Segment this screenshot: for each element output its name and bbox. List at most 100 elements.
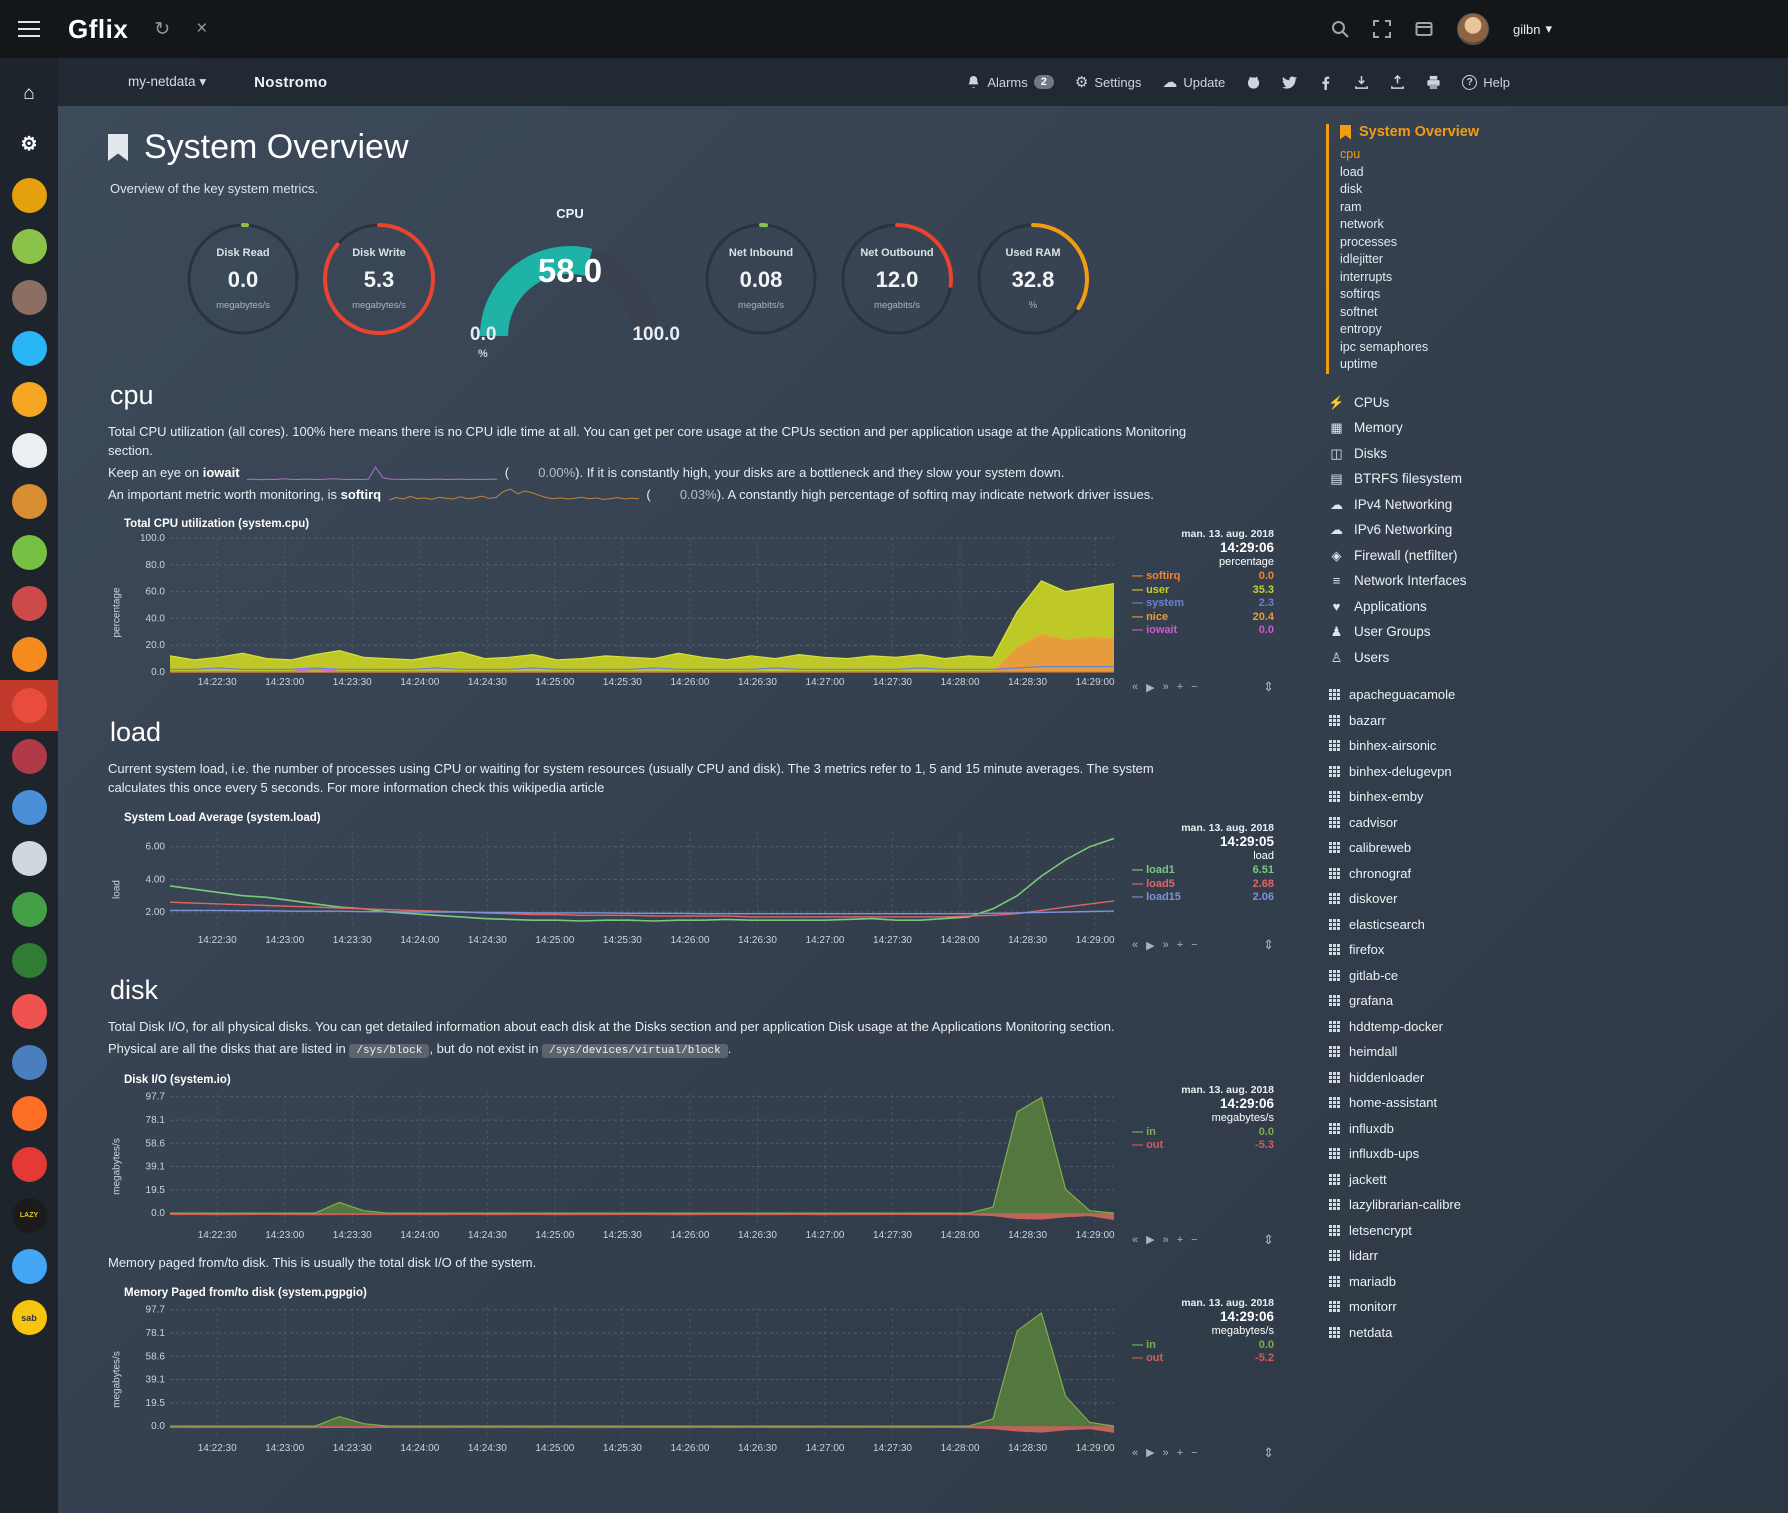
softirq-sparkline[interactable]	[389, 487, 639, 503]
toc-app-item[interactable]: bazarr	[1326, 708, 1570, 734]
user-menu[interactable]: gilbn ▾	[1513, 21, 1552, 37]
zoom-in-button[interactable]: +	[1177, 1447, 1183, 1459]
cpu-chart-canvas[interactable]: 100.080.060.040.020.00.014:22:3014:23:00…	[124, 532, 1124, 695]
sidebar-app-item[interactable]	[0, 170, 58, 221]
toc-subitem[interactable]: uptime	[1340, 356, 1570, 374]
search-icon[interactable]	[1331, 20, 1349, 38]
load-chart-canvas[interactable]: 6.004.002.0014:22:3014:23:0014:23:3014:2…	[124, 826, 1124, 953]
toc-section[interactable]: ♙ Users	[1328, 645, 1570, 671]
toc-app-item[interactable]: monitorr	[1326, 1294, 1570, 1320]
toc-section[interactable]: ♟ User Groups	[1328, 619, 1570, 645]
toc-app-item[interactable]: apacheguacamole	[1326, 682, 1570, 708]
zoom-in-button[interactable]: +	[1177, 939, 1183, 951]
sidebar-app-item[interactable]	[0, 476, 58, 527]
sidebar-app-item[interactable]	[0, 1139, 58, 1190]
resize-handle[interactable]: ⇕	[1263, 937, 1274, 953]
legend-row[interactable]: iowait 0.0	[1132, 624, 1274, 638]
sidebar-app-item[interactable]	[0, 1088, 58, 1139]
toc-app-item[interactable]: elasticsearch	[1326, 912, 1570, 938]
legend-row[interactable]: out -5.2	[1132, 1352, 1274, 1366]
legend-row[interactable]: in 0.0	[1132, 1126, 1274, 1140]
toc-section[interactable]: ♥ Applications	[1328, 594, 1570, 620]
legend-row[interactable]: nice 20.4	[1132, 611, 1274, 625]
toc-subitem[interactable]: idlejitter	[1340, 251, 1570, 269]
pan-left-button[interactable]: «	[1132, 1234, 1138, 1246]
sidebar-app-item[interactable]	[0, 782, 58, 833]
sidebar-app-item[interactable]	[0, 578, 58, 629]
memory-paged-chart-canvas[interactable]: 97.778.158.639.119.50.014:22:3014:23:001…	[124, 1301, 1124, 1461]
sidebar-app-item[interactable]	[0, 680, 58, 731]
gauge-net-inbound[interactable]: Net Inbound 0.08 megabits/s	[702, 220, 820, 352]
toc-subitem[interactable]: disk	[1340, 181, 1570, 199]
github-button[interactable]	[1246, 75, 1261, 90]
sidebar-app-item[interactable]	[0, 731, 58, 782]
sidebar-app-item[interactable]: sab	[0, 1292, 58, 1343]
toc-subitem[interactable]: ram	[1340, 199, 1570, 217]
fullscreen-icon[interactable]	[1373, 20, 1391, 38]
settings-button[interactable]: ⚙ Settings	[1075, 73, 1141, 91]
disk-chart-canvas[interactable]: 97.778.158.639.119.50.014:22:3014:23:001…	[124, 1088, 1124, 1248]
sidebar-app-item[interactable]	[0, 1037, 58, 1088]
toc-subitem[interactable]: network	[1340, 216, 1570, 234]
play-button[interactable]: ▶	[1146, 681, 1154, 694]
sidebar-app-item[interactable]	[0, 374, 58, 425]
sidebar-app-item[interactable]: ⚙	[0, 119, 58, 170]
sidebar-app-item[interactable]	[0, 527, 58, 578]
pan-right-button[interactable]: »	[1163, 939, 1169, 951]
toc-section[interactable]: ◈ Firewall (netfilter)	[1328, 543, 1570, 569]
zoom-out-button[interactable]: −	[1191, 939, 1197, 951]
gauge-disk-read[interactable]: Disk Read 0.0 megabytes/s	[184, 220, 302, 352]
pan-right-button[interactable]: »	[1163, 1447, 1169, 1459]
legend-row[interactable]: user 35.3	[1132, 584, 1274, 598]
resize-handle[interactable]: ⇕	[1263, 679, 1274, 695]
play-button[interactable]: ▶	[1146, 939, 1154, 952]
close-icon[interactable]: ×	[196, 18, 207, 40]
toc-section[interactable]: ⚡ CPUs	[1328, 390, 1570, 416]
toc-section[interactable]: ▤ BTRFS filesystem	[1328, 466, 1570, 492]
sidebar-app-item[interactable]	[0, 323, 58, 374]
toc-section[interactable]: ▦ Memory	[1328, 415, 1570, 441]
legend-row[interactable]: load15 2.06	[1132, 891, 1274, 905]
hamburger-menu-icon[interactable]	[18, 21, 40, 23]
toc-app-item[interactable]: binhex-delugevpn	[1326, 759, 1570, 785]
sidebar-app-item[interactable]: LAZY	[0, 1190, 58, 1241]
sidebar-app-item[interactable]	[0, 884, 58, 935]
legend-row[interactable]: load1 6.51	[1132, 864, 1274, 878]
toc-app-item[interactable]: netdata	[1326, 1320, 1570, 1346]
gauge-net-outbound[interactable]: Net Outbound 12.0 megabits/s	[838, 220, 956, 352]
toc-section[interactable]: ◫ Disks	[1328, 441, 1570, 467]
toc-app-item[interactable]: jackett	[1326, 1167, 1570, 1193]
sidebar-app-item[interactable]: ⌂	[0, 68, 58, 119]
toc-section[interactable]: ☁ IPv4 Networking	[1328, 492, 1570, 518]
pan-left-button[interactable]: «	[1132, 939, 1138, 951]
pan-right-button[interactable]: »	[1163, 1234, 1169, 1246]
gauge-used-ram[interactable]: Used RAM 32.8 %	[974, 220, 1092, 352]
zoom-out-button[interactable]: −	[1191, 681, 1197, 693]
toc-app-item[interactable]: mariadb	[1326, 1269, 1570, 1295]
legend-row[interactable]: out -5.3	[1132, 1139, 1274, 1153]
pan-right-button[interactable]: »	[1163, 681, 1169, 693]
toc-subitem[interactable]: ipc semaphores	[1340, 339, 1570, 357]
user-avatar[interactable]	[1457, 13, 1489, 45]
facebook-button[interactable]	[1318, 75, 1333, 90]
toc-subitem[interactable]: entropy	[1340, 321, 1570, 339]
legend-row[interactable]: load5 2.68	[1132, 878, 1274, 892]
toc-app-item[interactable]: chronograf	[1326, 861, 1570, 887]
toc-app-item[interactable]: cadvisor	[1326, 810, 1570, 836]
sidebar-app-item[interactable]	[0, 629, 58, 680]
toc-subitem[interactable]: softnet	[1340, 304, 1570, 322]
play-button[interactable]: ▶	[1146, 1446, 1154, 1459]
toc-app-item[interactable]: letsencrypt	[1326, 1218, 1570, 1244]
import-button[interactable]	[1354, 75, 1369, 90]
toc-app-item[interactable]: calibreweb	[1326, 835, 1570, 861]
resize-handle[interactable]: ⇕	[1263, 1232, 1274, 1248]
toc-app-item[interactable]: hddtemp-docker	[1326, 1014, 1570, 1040]
toc-subitem[interactable]: load	[1340, 164, 1570, 182]
toc-app-item[interactable]: hiddenloader	[1326, 1065, 1570, 1091]
gauge-cpu[interactable]: CPU 58.0 0.0 100.0 %	[464, 208, 676, 358]
tabs-icon[interactable]	[1415, 20, 1433, 38]
toc-subitem[interactable]: interrupts	[1340, 269, 1570, 287]
toc-app-item[interactable]: gitlab-ce	[1326, 963, 1570, 989]
iowait-sparkline[interactable]	[247, 465, 497, 481]
toc-subitem[interactable]: processes	[1340, 234, 1570, 252]
